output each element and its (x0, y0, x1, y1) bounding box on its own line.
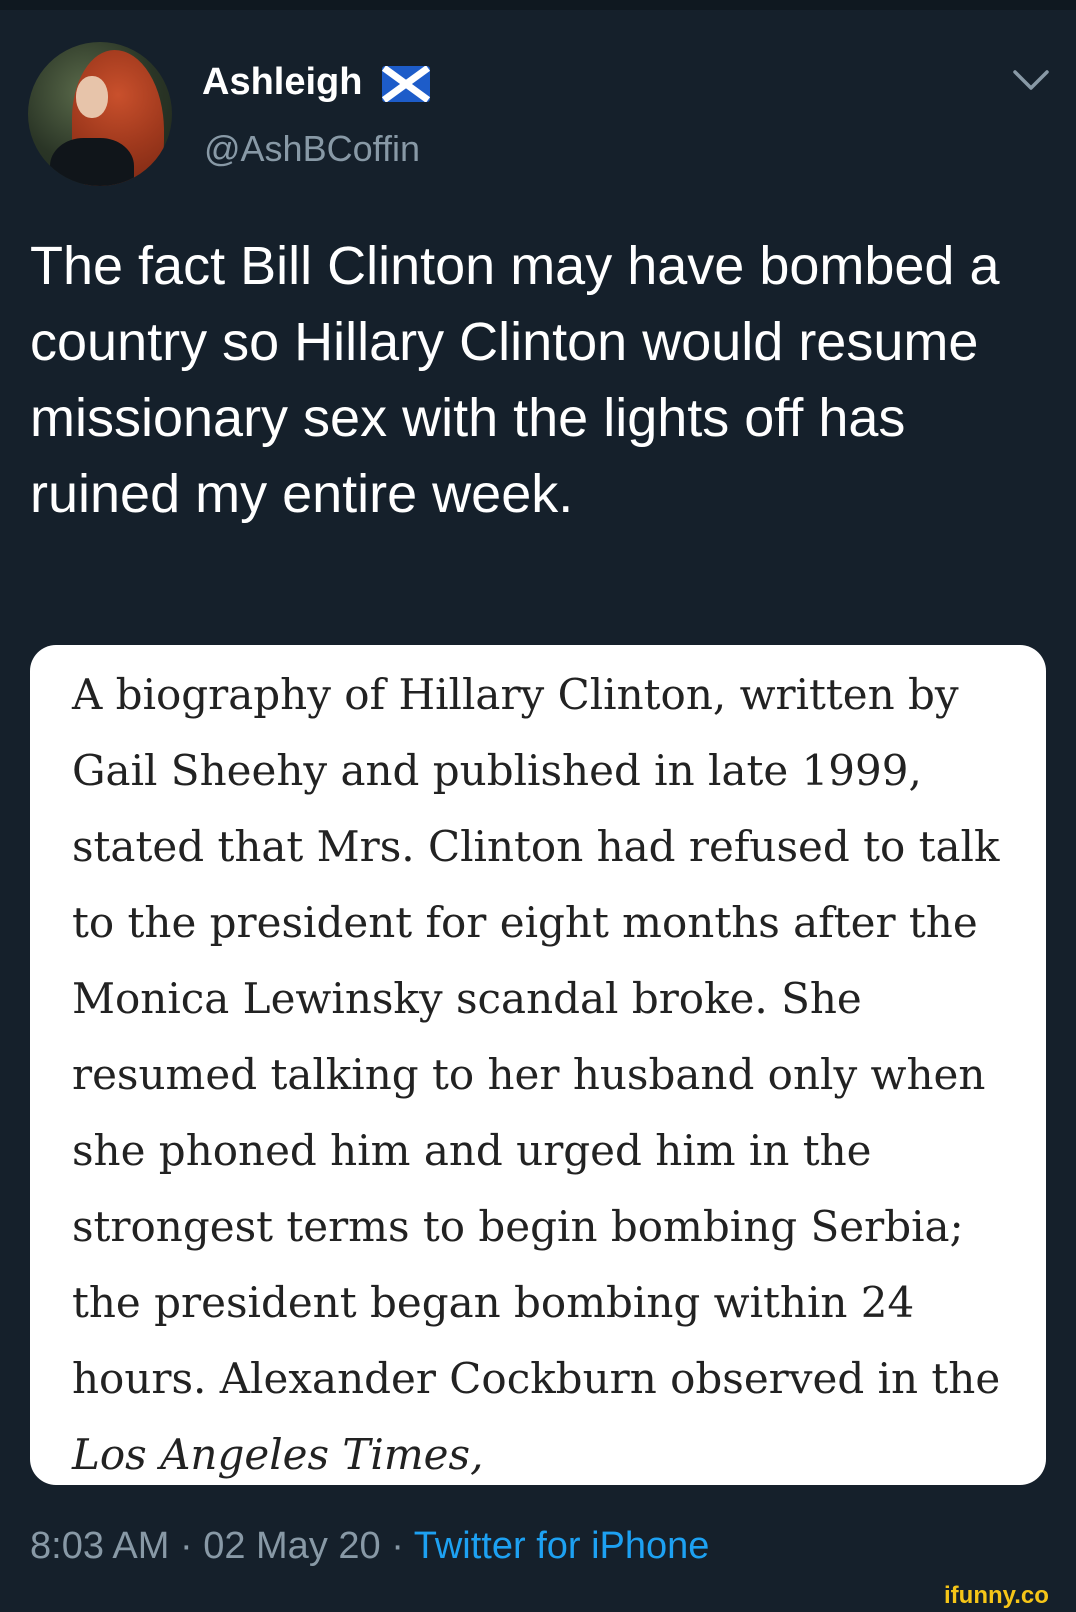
media-quote-body: A biography of Hillary Clinton, written … (72, 670, 1001, 1403)
tweet-date[interactable]: 02 May 20 (203, 1525, 380, 1567)
avatar-body (50, 138, 134, 186)
avatar[interactable] (28, 42, 172, 186)
separator: · (391, 1525, 404, 1567)
media-card[interactable]: A biography of Hillary Clinton, written … (30, 645, 1046, 1485)
media-quote-text: A biography of Hillary Clinton, written … (72, 657, 1032, 1485)
scotland-flag-icon (382, 66, 430, 102)
display-name[interactable]: Ashleigh (202, 60, 362, 104)
tweet-text: The fact Bill Clinton may have bombed a … (30, 236, 1000, 524)
handle[interactable]: @AshBCoffin (204, 128, 420, 170)
avatar-face (76, 76, 108, 118)
tweet-time[interactable]: 8:03 AM (30, 1525, 169, 1567)
tweet-metadata: 8:03 AM · 02 May 20 · Twitter for iPhone (30, 1522, 709, 1570)
top-edge (0, 0, 1076, 10)
separator: · (179, 1525, 193, 1567)
chevron-down-icon[interactable] (1012, 68, 1050, 94)
tweet-source-link[interactable]: Twitter for iPhone (414, 1525, 710, 1567)
media-quote-italic: Los Angeles Times, (72, 1430, 484, 1479)
ifunny-watermark: ifunny.co (944, 1582, 1049, 1609)
